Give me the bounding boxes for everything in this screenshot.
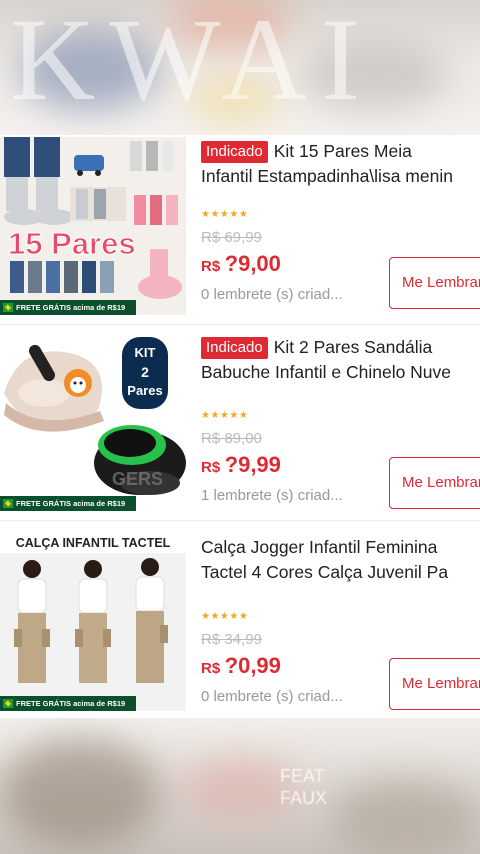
- product-image[interactable]: KIT 2 Pares GERS FRETE GRÁTIS acima de R…: [0, 333, 186, 511]
- rating-stars: ★★★★★: [201, 611, 249, 622]
- free-shipping-banner: FRETE GRÁTIS acima de R$19: [0, 496, 136, 511]
- image-title-label: CALÇA INFANTIL TACTEL: [16, 536, 171, 550]
- reminder-count: 1 lembrete (s) criad...: [201, 487, 343, 504]
- price: R$ ?9,00: [201, 251, 281, 276]
- blurred-video-background-bottom: FEAT FAUX: [0, 718, 480, 854]
- rating-stars: ★★★★★: [201, 209, 249, 220]
- free-shipping-banner: FRETE GRÁTIS acima de R$19: [0, 696, 136, 711]
- product-image[interactable]: 15 Pares FRETE GRÁTIS acima de R$19: [0, 137, 186, 315]
- price: R$ ?0,99: [201, 653, 281, 678]
- list-item[interactable]: CALÇA INFANTIL TACTEL FRETE GRÁTIS acima…: [0, 531, 480, 721]
- kwai-watermark: KWAI: [10, 0, 375, 125]
- svg-text:2: 2: [141, 364, 149, 380]
- reminder-count: 0 lembrete (s) criad...: [201, 688, 343, 705]
- brazil-flag-icon: [3, 499, 13, 508]
- svg-text:GERS: GERS: [112, 469, 163, 489]
- product-title[interactable]: Calça Jogger Infantil Feminina Tactel 4 …: [201, 535, 480, 585]
- remind-me-button[interactable]: Me Lembrar: [389, 658, 480, 710]
- old-price: R$ 69,99: [201, 229, 262, 246]
- svg-text:Pares: Pares: [127, 383, 162, 398]
- old-price: R$ 89,00: [201, 430, 262, 447]
- brazil-flag-icon: [3, 699, 13, 708]
- image-kit-label: KIT: [135, 345, 156, 360]
- brazil-flag-icon: [3, 303, 13, 312]
- free-shipping-banner: FRETE GRÁTIS acima de R$19: [0, 300, 136, 315]
- old-price: R$ 34,99: [201, 631, 262, 648]
- indicado-badge: Indicado: [201, 141, 268, 163]
- remind-me-button[interactable]: Me Lembrar: [389, 457, 480, 509]
- product-title[interactable]: Indicado Kit 15 Pares Meia Infantil Estam…: [201, 139, 480, 189]
- product-image[interactable]: CALÇA INFANTIL TACTEL FRETE GRÁTIS acima…: [0, 533, 186, 711]
- indicado-badge: Indicado: [201, 337, 268, 359]
- product-title[interactable]: Indicado Kit 2 Pares Sandália Babuche Inf…: [201, 335, 480, 385]
- product-list: 15 Pares FRETE GRÁTIS acima de R$19 Indi…: [0, 135, 480, 721]
- price: R$ ?9,99: [201, 452, 281, 477]
- image-label: 15 Pares: [8, 226, 136, 261]
- overlay-text: FEAT: [280, 766, 325, 786]
- remind-me-button[interactable]: Me Lembrar: [389, 257, 480, 309]
- reminder-count: 0 lembrete (s) criad...: [201, 286, 343, 303]
- list-item[interactable]: KIT 2 Pares GERS FRETE GRÁTIS acima de R…: [0, 331, 480, 521]
- rating-stars: ★★★★★: [201, 410, 249, 421]
- blurred-video-background-top: KWAI: [0, 0, 480, 135]
- overlay-text: FAUX: [280, 788, 328, 808]
- list-item[interactable]: 15 Pares FRETE GRÁTIS acima de R$19 Indi…: [0, 135, 480, 325]
